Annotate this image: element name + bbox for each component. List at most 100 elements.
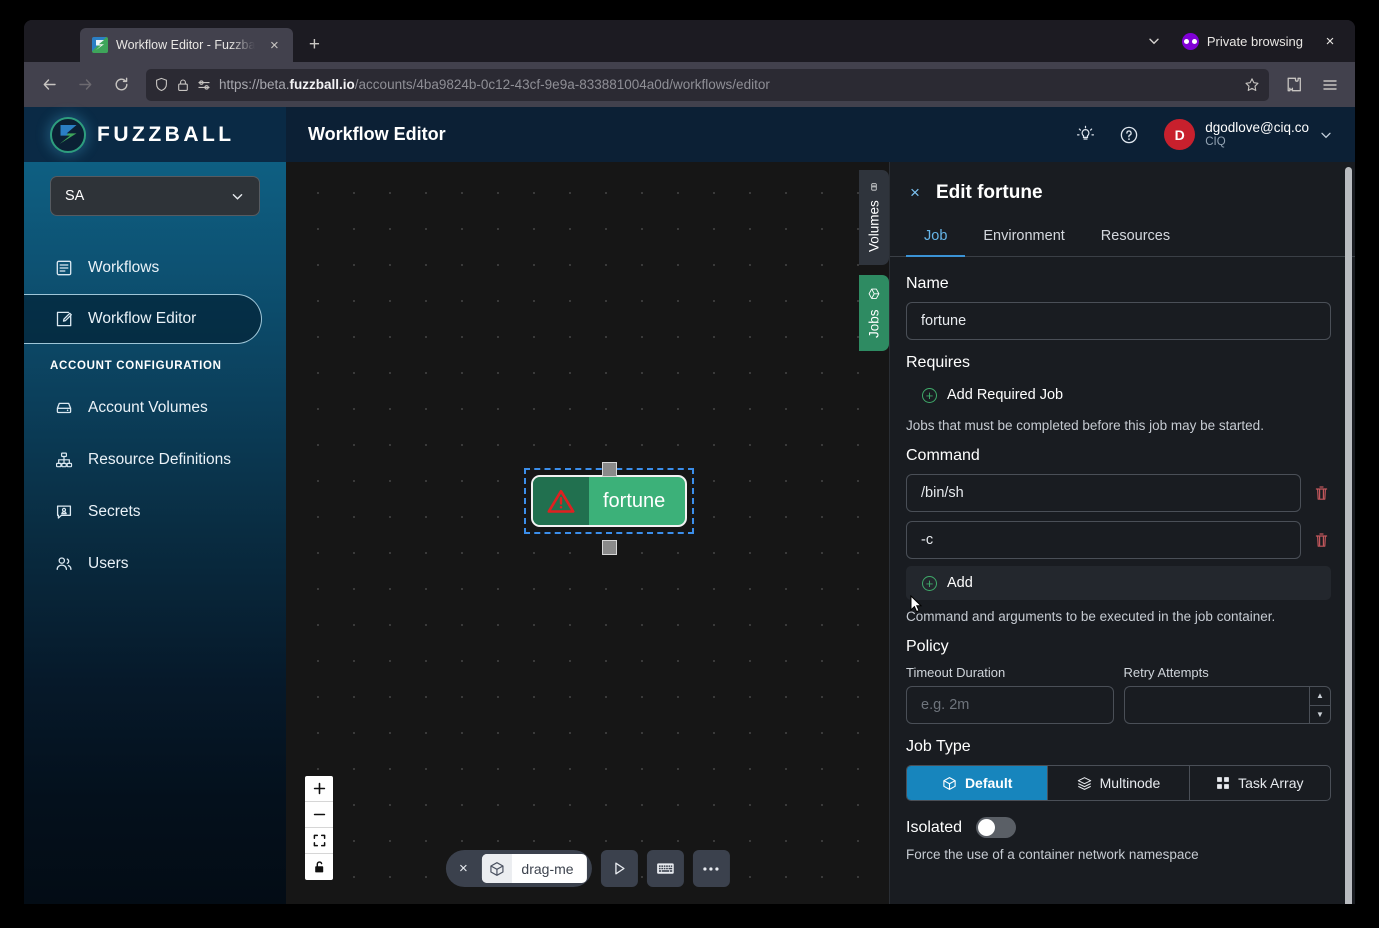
workflow-node-fortune[interactable]: fortune [531, 475, 687, 527]
plus-circle-icon: + [922, 387, 937, 403]
grid-icon [1217, 777, 1230, 789]
lightbulb-icon[interactable] [1070, 120, 1100, 150]
window-controls: Private browsing × [1136, 26, 1347, 56]
isolated-label: Isolated [906, 818, 963, 836]
toolbar-close-icon[interactable]: × [445, 850, 481, 887]
window-close-icon[interactable]: × [1313, 26, 1347, 56]
run-workflow-button[interactable] [600, 850, 638, 887]
command-arg-row: -c [906, 521, 1331, 559]
keyboard-button[interactable] [646, 850, 684, 887]
new-tab-button[interactable]: + [303, 34, 325, 56]
job-type-label-text: Multinode [1099, 775, 1161, 791]
sidebar-item-label: Account Volumes [88, 399, 208, 416]
user-email: dgodlove@ciq.co [1205, 119, 1309, 135]
retry-spin-buttons: ▲ ▼ [1309, 686, 1331, 724]
browser-window: Workflow Editor - Fuzzba × + Private bro… [24, 20, 1355, 904]
zoom-out-button[interactable] [305, 802, 333, 828]
sidebar-item-workflows[interactable]: Workflows [24, 242, 286, 294]
reload-icon[interactable] [104, 68, 138, 102]
zoom-in-button[interactable] [305, 776, 333, 802]
command-label: Command [906, 447, 980, 464]
sidebar-item-workflow-editor[interactable]: Workflow Editor [24, 294, 262, 344]
sidebar-item-label: Workflow Editor [88, 310, 197, 327]
delete-icon[interactable] [1311, 485, 1331, 501]
tab-resources[interactable]: Resources [1083, 218, 1188, 256]
cube-icon [943, 776, 956, 790]
chevron-down-icon [232, 193, 243, 200]
side-tab-label: Volumes [866, 200, 882, 252]
cube-icon [481, 854, 512, 883]
side-tab-volumes[interactable]: Volumes [859, 170, 889, 265]
lock-icon [178, 78, 188, 91]
more-options-button[interactable] [692, 850, 730, 887]
bookmark-star-icon[interactable] [1239, 72, 1265, 98]
private-browsing-indicator: Private browsing [1172, 26, 1313, 56]
account-select[interactable]: SA [50, 176, 260, 216]
workflow-canvas[interactable]: fortune × drag-me Volumes Jobs [286, 162, 889, 904]
screen: Workflow Editor - Fuzzba × + Private bro… [0, 0, 1379, 928]
panel-close-icon[interactable]: × [910, 183, 920, 203]
menu-icon[interactable] [1313, 68, 1347, 102]
job-type-label-text: Task Array [1238, 775, 1304, 791]
url-bar[interactable]: https://beta.fuzzball.io/accounts/4ba982… [146, 68, 1269, 101]
user-menu[interactable]: D dgodlove@ciq.co CIQ [1164, 119, 1333, 150]
chevron-down-icon[interactable] [1136, 26, 1172, 56]
isolated-hint: Force the use of a container network nam… [906, 847, 1199, 862]
sidebar-item-secrets[interactable]: Secrets [24, 486, 286, 538]
add-required-job-button[interactable]: + Add Required Job [906, 381, 1331, 409]
side-tab-jobs[interactable]: Jobs [859, 275, 889, 351]
fit-view-icon[interactable] [305, 828, 333, 854]
job-type-task-array[interactable]: Task Array [1190, 766, 1330, 800]
command-arg-input[interactable]: /bin/sh [906, 474, 1301, 512]
add-command-arg-button[interactable]: + Add [906, 566, 1331, 600]
tab-environment[interactable]: Environment [965, 218, 1082, 256]
extensions-icon[interactable] [1277, 68, 1311, 102]
back-icon[interactable] [32, 68, 66, 102]
drag-me-label: drag-me [521, 860, 574, 877]
command-arg-input[interactable]: -c [906, 521, 1301, 559]
navigation-toolbar: https://beta.fuzzball.io/accounts/4ba982… [24, 62, 1355, 107]
sidebar-item-label: Users [88, 555, 129, 572]
edit-job-panel: × Edit fortune Job Environment Resources… [889, 162, 1355, 904]
brand-logo[interactable]: FUZZBALL [24, 107, 286, 162]
tab-job[interactable]: Job [906, 218, 966, 257]
forward-icon[interactable] [68, 68, 102, 102]
timeout-input[interactable]: e.g. 2m [906, 686, 1114, 724]
secret-icon [54, 503, 74, 521]
sidebar-item-account-volumes[interactable]: Account Volumes [24, 382, 286, 434]
users-icon [54, 555, 74, 573]
add-label: Add [947, 575, 973, 591]
url-scheme: https://beta. [219, 77, 290, 92]
play-icon [614, 862, 625, 875]
retry-input[interactable] [1123, 686, 1309, 724]
requires-label: Requires [906, 354, 971, 371]
isolated-toggle[interactable] [976, 817, 1017, 838]
drag-me-chip[interactable]: drag-me [481, 854, 587, 883]
panel-scrollbar[interactable] [1345, 167, 1352, 904]
avatar: D [1164, 119, 1196, 150]
job-type-multinode[interactable]: Multinode [1048, 766, 1190, 800]
job-type-default[interactable]: Default [907, 766, 1049, 800]
sidebar-item-users[interactable]: Users [24, 538, 286, 590]
ellipsis-icon [703, 866, 719, 871]
command-hint: Command and arguments to be executed in … [906, 609, 1276, 624]
canvas-toolbar: × drag-me [445, 850, 730, 887]
cube-icon [868, 289, 880, 300]
spin-up-icon[interactable]: ▲ [1310, 687, 1330, 706]
tab-title: Workflow Editor - Fuzzba [116, 38, 256, 52]
chevron-down-icon[interactable] [1319, 128, 1333, 142]
add-required-job-label: Add Required Job [947, 387, 1064, 403]
node-handle-bottom[interactable] [602, 540, 617, 555]
close-icon[interactable]: × [263, 34, 285, 56]
panel-header: × Edit fortune [890, 162, 1355, 204]
node-handle-top[interactable] [602, 462, 617, 477]
sidebar-item-resource-definitions[interactable]: Resource Definitions [24, 434, 286, 486]
name-input[interactable]: fortune [906, 302, 1331, 340]
browser-tab[interactable]: Workflow Editor - Fuzzba × [80, 28, 294, 62]
delete-icon[interactable] [1311, 532, 1331, 548]
panel-tabs: Job Environment Resources [890, 218, 1355, 257]
account-select-value: SA [65, 188, 85, 204]
unlock-icon[interactable] [305, 854, 333, 880]
spin-down-icon[interactable]: ▼ [1310, 706, 1330, 724]
help-icon[interactable] [1114, 120, 1144, 150]
